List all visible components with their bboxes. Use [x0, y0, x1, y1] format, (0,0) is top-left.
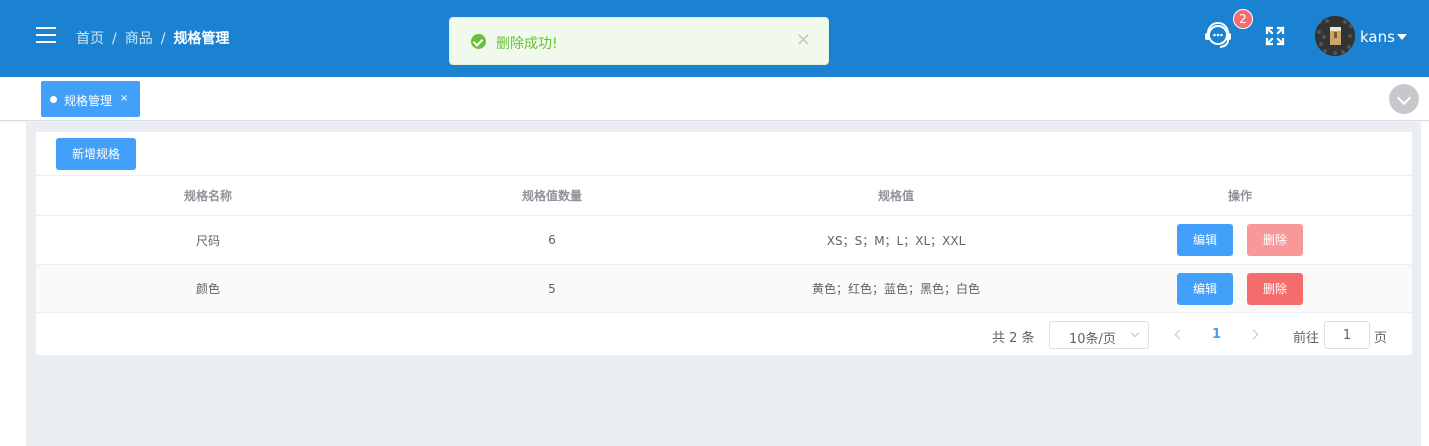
active-dot-icon [50, 96, 57, 103]
page-size-value: 10条/页 [1069, 332, 1116, 347]
user-name[interactable]: kans [1360, 28, 1395, 46]
user-avatar[interactable] [1315, 16, 1355, 56]
pagination-total: 共 2 条 [992, 331, 1035, 346]
breadcrumb-home[interactable]: 首页 [76, 31, 104, 47]
table-header: 规格名称 规格值数量 规格值 操作 [36, 175, 1412, 215]
prev-page-icon[interactable] [1172, 327, 1186, 343]
edit-button[interactable]: 编辑 [1177, 272, 1233, 305]
tag-label: 规格管理 [64, 94, 113, 108]
delete-button[interactable]: 删除 [1247, 272, 1303, 305]
table-row: 尺码 6 XS；S；M；L；XL；XXL 编辑 删除 [36, 215, 1412, 264]
add-spec-button[interactable]: 新增规格 [56, 138, 136, 170]
column-header-name: 规格名称 [183, 189, 232, 203]
success-check-icon [471, 34, 486, 49]
toast-close-icon[interactable]: × [796, 31, 811, 49]
cell-spec-values: 黄色；红色；蓝色；黑色；白色 [811, 282, 980, 296]
notification-badge: 2 [1233, 9, 1253, 29]
page-number-current[interactable]: 1 [1212, 327, 1221, 342]
breadcrumb-separator: / [112, 31, 117, 47]
delete-button[interactable]: 删除 [1247, 224, 1303, 256]
user-dropdown-chevron-icon[interactable] [1397, 34, 1407, 40]
cell-value-count: 6 [548, 233, 556, 247]
toast-message: 删除成功! [496, 36, 558, 52]
tag-close-icon[interactable]: × [120, 93, 128, 104]
column-header-values: 规格值 [877, 189, 914, 203]
spec-panel: 新增规格 规格名称 规格值数量 规格值 操作 尺码 6 XS；S；M；L；XL；… [36, 132, 1412, 355]
tag-spec-management[interactable]: 规格管理 × [41, 81, 140, 117]
cell-spec-values: XS；S；M；L；XL；XXL [826, 233, 966, 248]
edit-button[interactable]: 编辑 [1177, 224, 1233, 256]
cell-value-count: 5 [548, 281, 556, 296]
breadcrumb-goods[interactable]: 商品 [125, 31, 153, 47]
chevron-down-icon [1130, 328, 1140, 338]
goto-unit: 页 [1374, 331, 1388, 346]
tags-view-bar: 规格管理 × [0, 77, 1429, 121]
cell-spec-name: 颜色 [195, 282, 220, 296]
success-toast: 删除成功! × [449, 17, 829, 65]
goto-label: 前往 [1293, 331, 1320, 346]
column-header-actions: 操作 [1227, 189, 1252, 203]
breadcrumb-current: 规格管理 [173, 31, 230, 47]
cell-actions: 编辑 删除 [1068, 265, 1412, 312]
pagination: 共 2 条 10条/页 1 前往 页 [36, 321, 1412, 355]
tags-dropdown-chevron-icon[interactable] [1389, 84, 1419, 114]
goto-page-input[interactable] [1324, 321, 1370, 349]
breadcrumb-separator: / [160, 31, 166, 47]
next-page-icon[interactable] [1248, 327, 1262, 343]
cell-spec-name: 尺码 [195, 233, 220, 248]
hamburger-menu-icon[interactable] [36, 27, 56, 43]
table-row: 颜色 5 黄色；红色；蓝色；黑色；白色 编辑 删除 [36, 264, 1412, 313]
customer-service-icon[interactable] [1202, 20, 1234, 52]
fullscreen-icon[interactable] [1265, 26, 1285, 46]
page-right-edge [1421, 122, 1429, 446]
page-size-select[interactable]: 10条/页 [1049, 321, 1149, 349]
cell-actions: 编辑 删除 [1068, 216, 1412, 264]
breadcrumb: 首页 / 商品 / 规格管理 [76, 28, 229, 48]
column-header-count: 规格值数量 [521, 189, 582, 203]
